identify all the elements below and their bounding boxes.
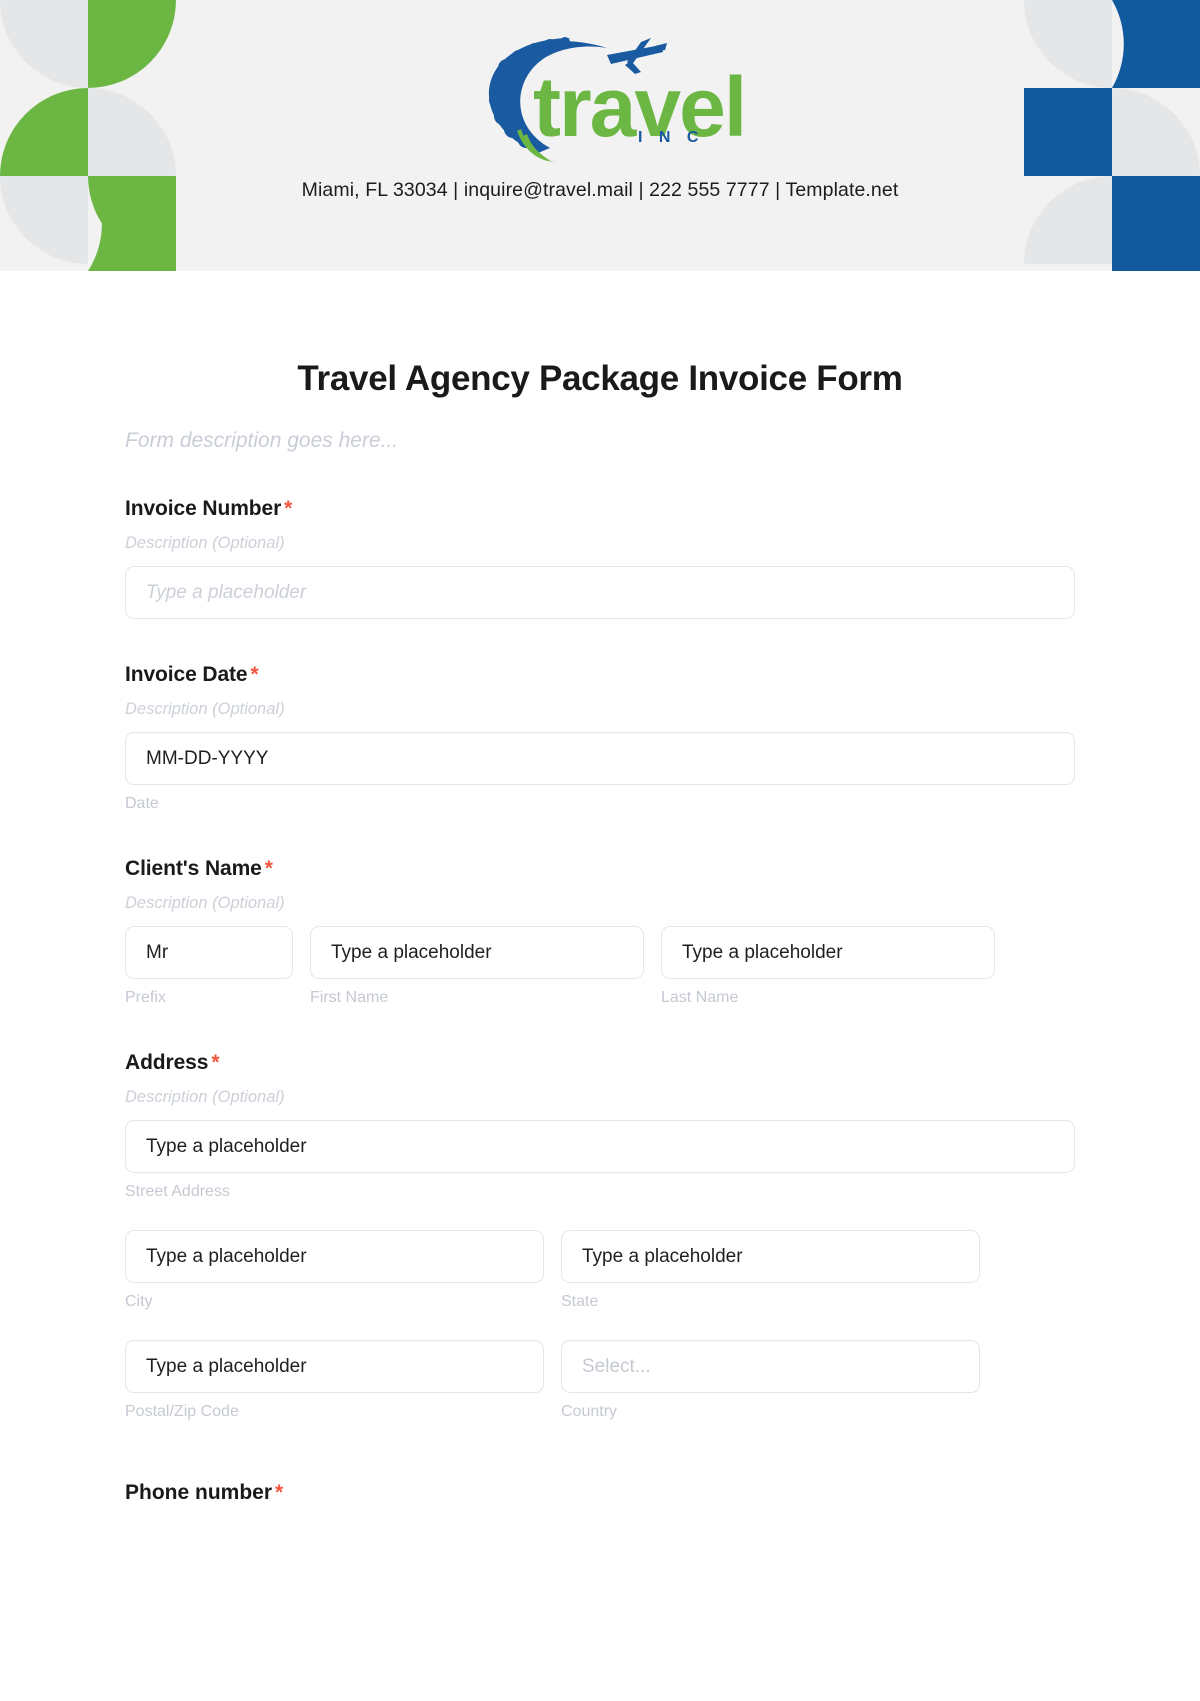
required-marker: *	[250, 663, 259, 686]
postal-zip-input[interactable]: Type a placeholder	[125, 1340, 544, 1393]
input-sublabel: Last Name	[661, 989, 739, 1006]
field-description: Description (Optional)	[125, 894, 285, 912]
input-value: MM-DD-YYYY	[146, 747, 269, 769]
city-input[interactable]: Type a placeholder	[125, 1230, 544, 1283]
required-marker: *	[264, 857, 273, 880]
input-placeholder: Type a placeholder	[146, 1135, 307, 1157]
logo-graphic: travel I N C	[455, 28, 745, 163]
field-label: Invoice Date *	[125, 663, 1075, 687]
field-label: Client's Name *	[125, 857, 1075, 881]
required-marker: *	[211, 1051, 220, 1074]
input-sublabel: Country	[561, 1403, 618, 1420]
required-marker: *	[284, 497, 293, 520]
country-col: Select... Country	[561, 1327, 980, 1421]
input-placeholder: Type a placeholder	[331, 941, 492, 963]
input-sublabel: State	[561, 1293, 599, 1310]
field-invoice-date: Invoice Date * Description (Optional) MM-…	[125, 663, 1075, 813]
input-placeholder: Type a placeholder	[146, 1355, 307, 1377]
logo-inc-text: I N C	[638, 129, 705, 146]
field-description: Description (Optional)	[125, 534, 285, 552]
postal-col: Type a placeholder Postal/Zip Code	[125, 1327, 544, 1421]
city-col: Type a placeholder City	[125, 1217, 544, 1311]
field-label: Address *	[125, 1051, 1075, 1075]
input-sublabel: Prefix	[125, 989, 166, 1006]
city-state-row: Type a placeholder City Type a placehold…	[125, 1217, 1075, 1311]
field-description: Description (Optional)	[125, 700, 285, 718]
first-name-input[interactable]: Type a placeholder	[310, 926, 644, 979]
state-col: Type a placeholder State	[561, 1217, 980, 1311]
page-header: travel I N C Miami, FL 33034 | inquire@t…	[0, 0, 1200, 271]
name-last-col: Type a placeholder Last Name	[661, 913, 995, 1007]
last-name-input[interactable]: Type a placeholder	[661, 926, 995, 979]
input-sublabel: City	[125, 1293, 153, 1310]
input-sublabel: Street Address	[125, 1183, 230, 1200]
invoice-date-input[interactable]: MM-DD-YYYY	[125, 732, 1075, 785]
field-address: Address * Description (Optional) Type a p…	[125, 1051, 1075, 1421]
page-title: Travel Agency Package Invoice Form	[297, 359, 903, 398]
field-label-phone-number: Phone number *	[125, 1481, 1075, 1505]
invoice-number-input[interactable]: Type a placeholder	[125, 566, 1075, 619]
name-prefix-col: Mr Prefix	[125, 913, 293, 1007]
select-placeholder: Select...	[582, 1355, 651, 1377]
header-contact-line: Miami, FL 33034 | inquire@travel.mail | …	[301, 179, 899, 201]
input-sublabel: First Name	[310, 989, 389, 1006]
state-input[interactable]: Type a placeholder	[561, 1230, 980, 1283]
field-invoice-number: Invoice Number * Description (Optional) T…	[125, 497, 1075, 619]
brand-logo: travel I N C Miami, FL 33034 | inquire@t…	[0, 28, 1200, 202]
name-row: Mr Prefix Type a placeholder First Name …	[125, 913, 1075, 1007]
form-description: Form description goes here...	[125, 429, 399, 452]
prefix-input[interactable]: Mr	[125, 926, 293, 979]
field-label-text: Invoice Number	[125, 497, 282, 520]
zip-country-row: Type a placeholder Postal/Zip Code Selec…	[125, 1327, 1075, 1421]
input-placeholder: Type a placeholder	[146, 1245, 307, 1267]
form-body: Travel Agency Package Invoice Form Form …	[0, 271, 1200, 1505]
field-label-text: Address	[125, 1051, 209, 1074]
input-placeholder: Type a placeholder	[682, 941, 843, 963]
field-label-text: Phone number	[125, 1481, 273, 1504]
field-label: Invoice Number *	[125, 497, 1075, 521]
name-first-col: Type a placeholder First Name	[310, 913, 644, 1007]
input-value: Mr	[146, 941, 169, 963]
input-placeholder: Type a placeholder	[146, 581, 307, 603]
field-label-text: Client's Name	[125, 857, 262, 880]
input-sublabel: Postal/Zip Code	[125, 1403, 239, 1420]
country-select[interactable]: Select...	[561, 1340, 980, 1393]
field-description: Description (Optional)	[125, 1088, 285, 1106]
input-placeholder: Type a placeholder	[582, 1245, 743, 1267]
street-address-input[interactable]: Type a placeholder	[125, 1120, 1075, 1173]
field-label-text: Invoice Date	[125, 663, 248, 686]
field-clients-name: Client's Name * Description (Optional) Mr…	[125, 857, 1075, 1007]
input-sublabel: Date	[125, 795, 159, 812]
required-marker: *	[275, 1481, 284, 1504]
